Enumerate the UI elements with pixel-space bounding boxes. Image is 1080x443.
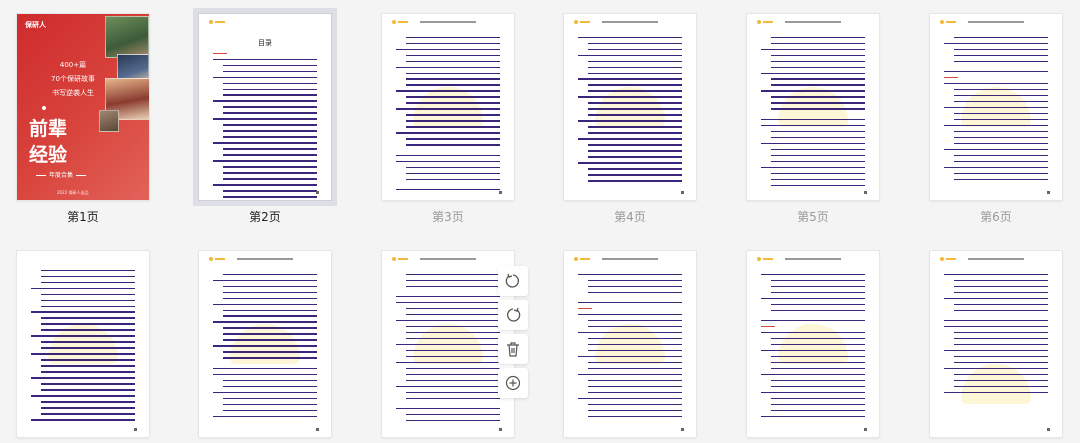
page-thumbnail-2[interactable]: 目录 [199, 14, 331, 200]
toc-title: 目录 [258, 39, 272, 47]
add-page-icon [505, 375, 521, 391]
delete-page-button[interactable] [498, 334, 528, 364]
page-actions-toolbar [498, 266, 528, 398]
page-thumbnail-4[interactable] [564, 14, 696, 200]
page-thumbnail-12[interactable] [930, 251, 1062, 437]
cover-title: 前辈 经验 [29, 118, 68, 166]
page-lines [761, 32, 865, 187]
page-label-5: 第5页 [797, 210, 829, 224]
page-lines [944, 269, 1048, 394]
page-thumbnail-5[interactable] [747, 14, 879, 200]
page-thumbnail-6[interactable] [930, 14, 1062, 200]
page-thumbnail-11[interactable] [747, 251, 879, 437]
page-label-4: 第4页 [614, 210, 646, 224]
cover-dot [42, 106, 46, 110]
cover-subtitle: 年度合集 [31, 170, 91, 179]
page-thumbnail-10[interactable] [564, 251, 696, 437]
page-lines [213, 48, 317, 198]
page-lines [396, 32, 500, 191]
page-thumbnail-1[interactable]: 保研人 400+篇 70个保研故事 书写逆袭人生 前辈 经验 年度合集 2022… [17, 14, 149, 200]
page-lines [31, 265, 135, 421]
cover-photo-1 [105, 16, 149, 58]
page-lines [578, 269, 682, 418]
page-label-1: 第1页 [67, 210, 99, 224]
page-thumbnail-3[interactable] [382, 14, 514, 200]
page-lines [213, 269, 317, 418]
rotate-left-icon [505, 273, 519, 288]
page-label-2: 第2页 [249, 210, 281, 224]
cover-photo-4 [99, 110, 119, 132]
cover-footer: 2022 保研人出品 [57, 190, 89, 195]
page-thumbnail-7[interactable] [17, 251, 149, 437]
rotate-left-button[interactable] [498, 266, 528, 296]
rotate-right-button[interactable] [498, 300, 528, 330]
add-page-button[interactable] [498, 368, 528, 398]
delete-icon [507, 342, 519, 357]
page-thumbnail-8[interactable] [199, 251, 331, 437]
rotate-right-icon [507, 307, 521, 322]
page-label-6: 第6页 [980, 210, 1012, 224]
cover-brand: 保研人 [25, 21, 46, 29]
page-thumbnail-9[interactable] [382, 251, 514, 437]
page-logo [209, 20, 227, 24]
cover-hero-text: 400+篇 70个保研故事 书写逆袭人生 [51, 61, 95, 97]
page-lines [396, 269, 500, 422]
page-label-3: 第3页 [432, 210, 464, 224]
page-lines [761, 269, 865, 418]
page-lines [578, 32, 682, 182]
page-lines [944, 32, 1048, 181]
